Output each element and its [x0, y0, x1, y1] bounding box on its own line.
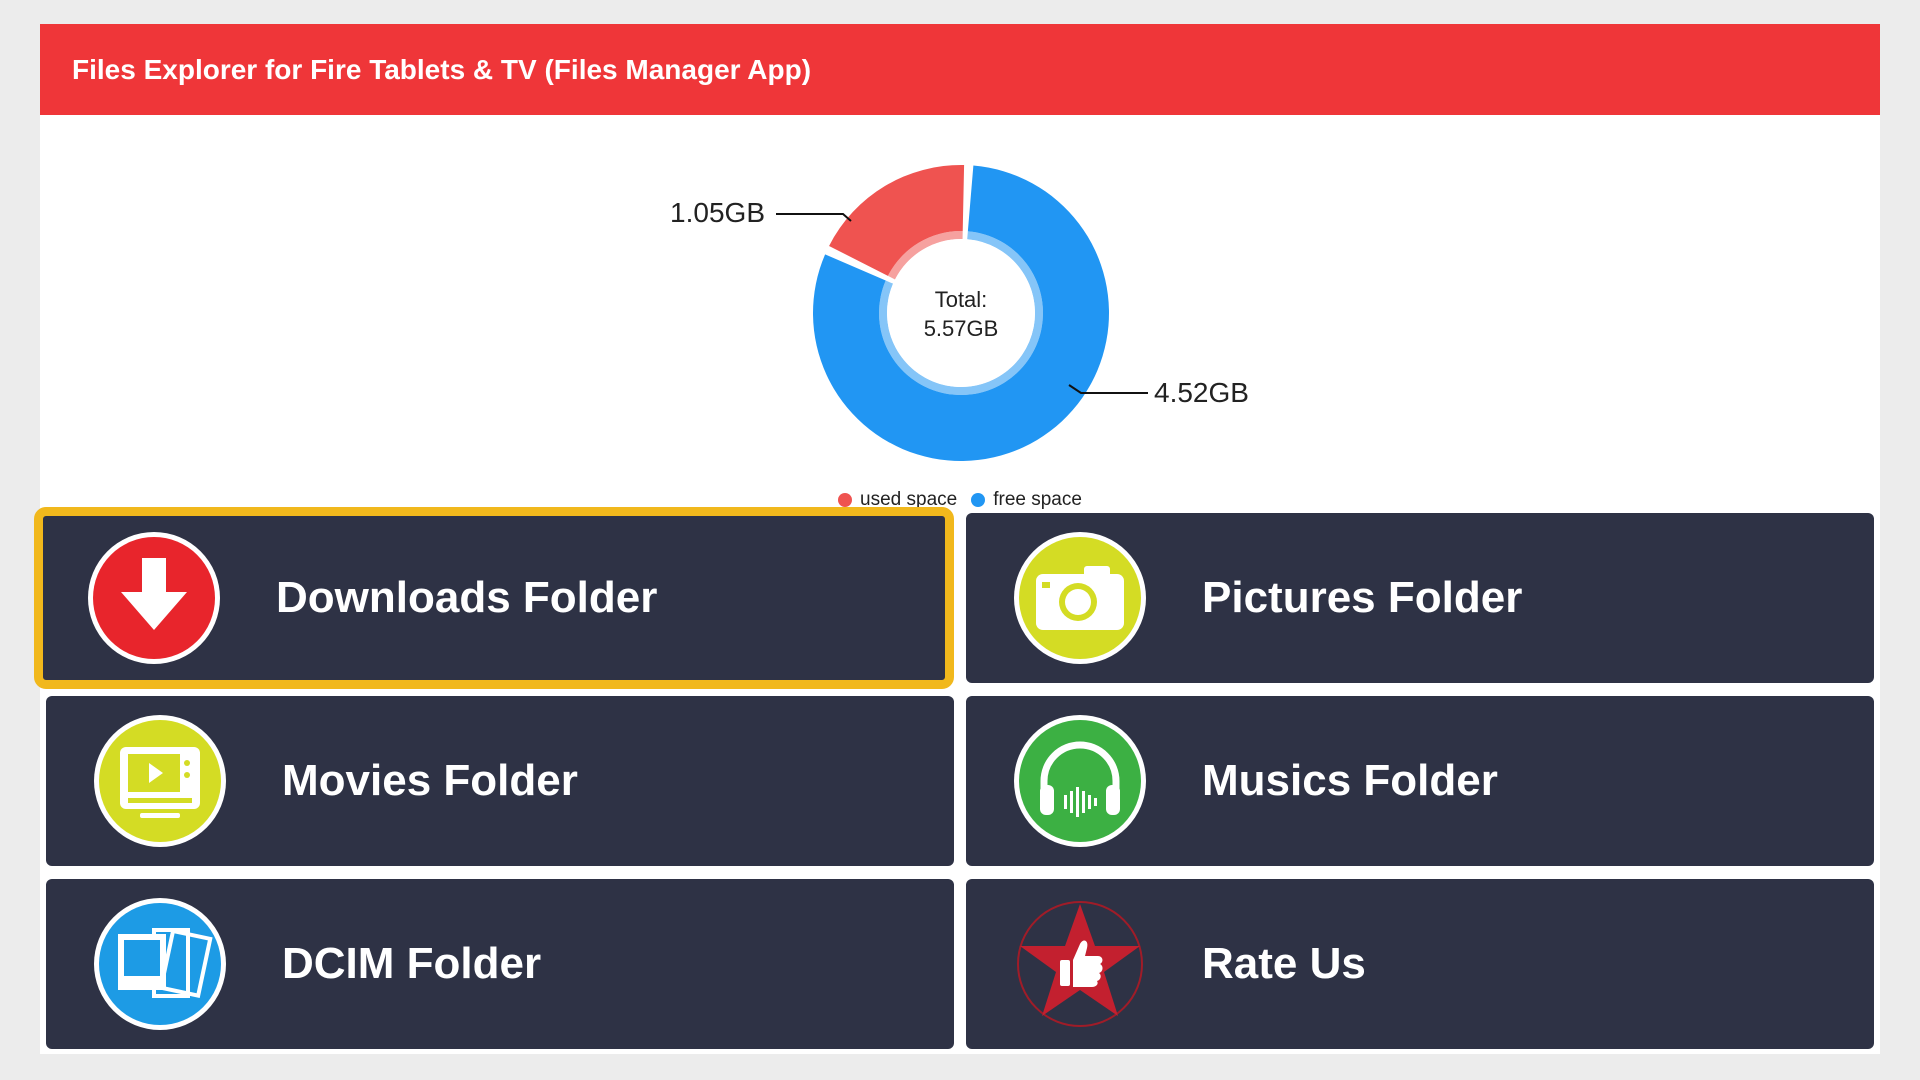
musics-folder-tile[interactable]: Musics Folder — [966, 696, 1874, 866]
legend-label-free: free space — [993, 489, 1082, 510]
legend-item-used: used space — [838, 489, 957, 511]
legend-dot-used — [838, 493, 853, 507]
musics-folder-label: Musics Folder — [1202, 756, 1498, 805]
downloads-folder-tile[interactable]: Downloads Folder — [34, 507, 954, 689]
title-bar: Files Explorer for Fire Tablets & TV (Fi… — [40, 24, 1880, 115]
star-thumbs-up-icon — [1017, 901, 1143, 1027]
free-data-label: 4.52GB — [1154, 377, 1249, 408]
video-player-icon — [94, 715, 226, 847]
legend-item-free: free space — [971, 489, 1082, 511]
downloads-folder-label: Downloads Folder — [276, 573, 658, 622]
dcim-folder-tile[interactable]: DCIM Folder — [46, 879, 954, 1049]
app-window: Files Explorer for Fire Tablets & TV (Fi… — [34, 24, 1880, 1054]
center-label-value: 5.57GB — [924, 316, 999, 341]
legend-label-used: used space — [860, 489, 958, 510]
headphones-icon — [1014, 715, 1146, 847]
app-title: Files Explorer for Fire Tablets & TV (Fi… — [72, 53, 812, 85]
pictures-folder-tile[interactable]: Pictures Folder — [966, 513, 1874, 683]
photos-stack-icon — [94, 898, 226, 1030]
rate-us-label: Rate Us — [1202, 939, 1366, 988]
used-data-label: 1.05GB — [670, 197, 765, 228]
legend-dot-free — [971, 493, 986, 507]
camera-icon — [1014, 532, 1146, 664]
pictures-folder-label: Pictures Folder — [1202, 573, 1523, 622]
donut-hole — [887, 239, 1035, 387]
dcim-folder-label: DCIM Folder — [282, 939, 542, 988]
movies-folder-tile[interactable]: Movies Folder — [46, 696, 954, 866]
used-label-leader — [776, 213, 852, 222]
movies-folder-label: Movies Folder — [282, 756, 578, 805]
rate-us-tile[interactable]: Rate Us — [966, 879, 1874, 1049]
donut-chart-svg: Total: 5.57GB 1.05GB 4.52GB — [670, 165, 1249, 462]
storage-chart: Total: 5.57GB 1.05GB 4.52GB used space f… — [40, 115, 1880, 535]
center-label-total: Total: — [935, 287, 988, 312]
download-arrow-icon — [88, 532, 220, 664]
chart-legend: used space free space — [40, 489, 1880, 511]
